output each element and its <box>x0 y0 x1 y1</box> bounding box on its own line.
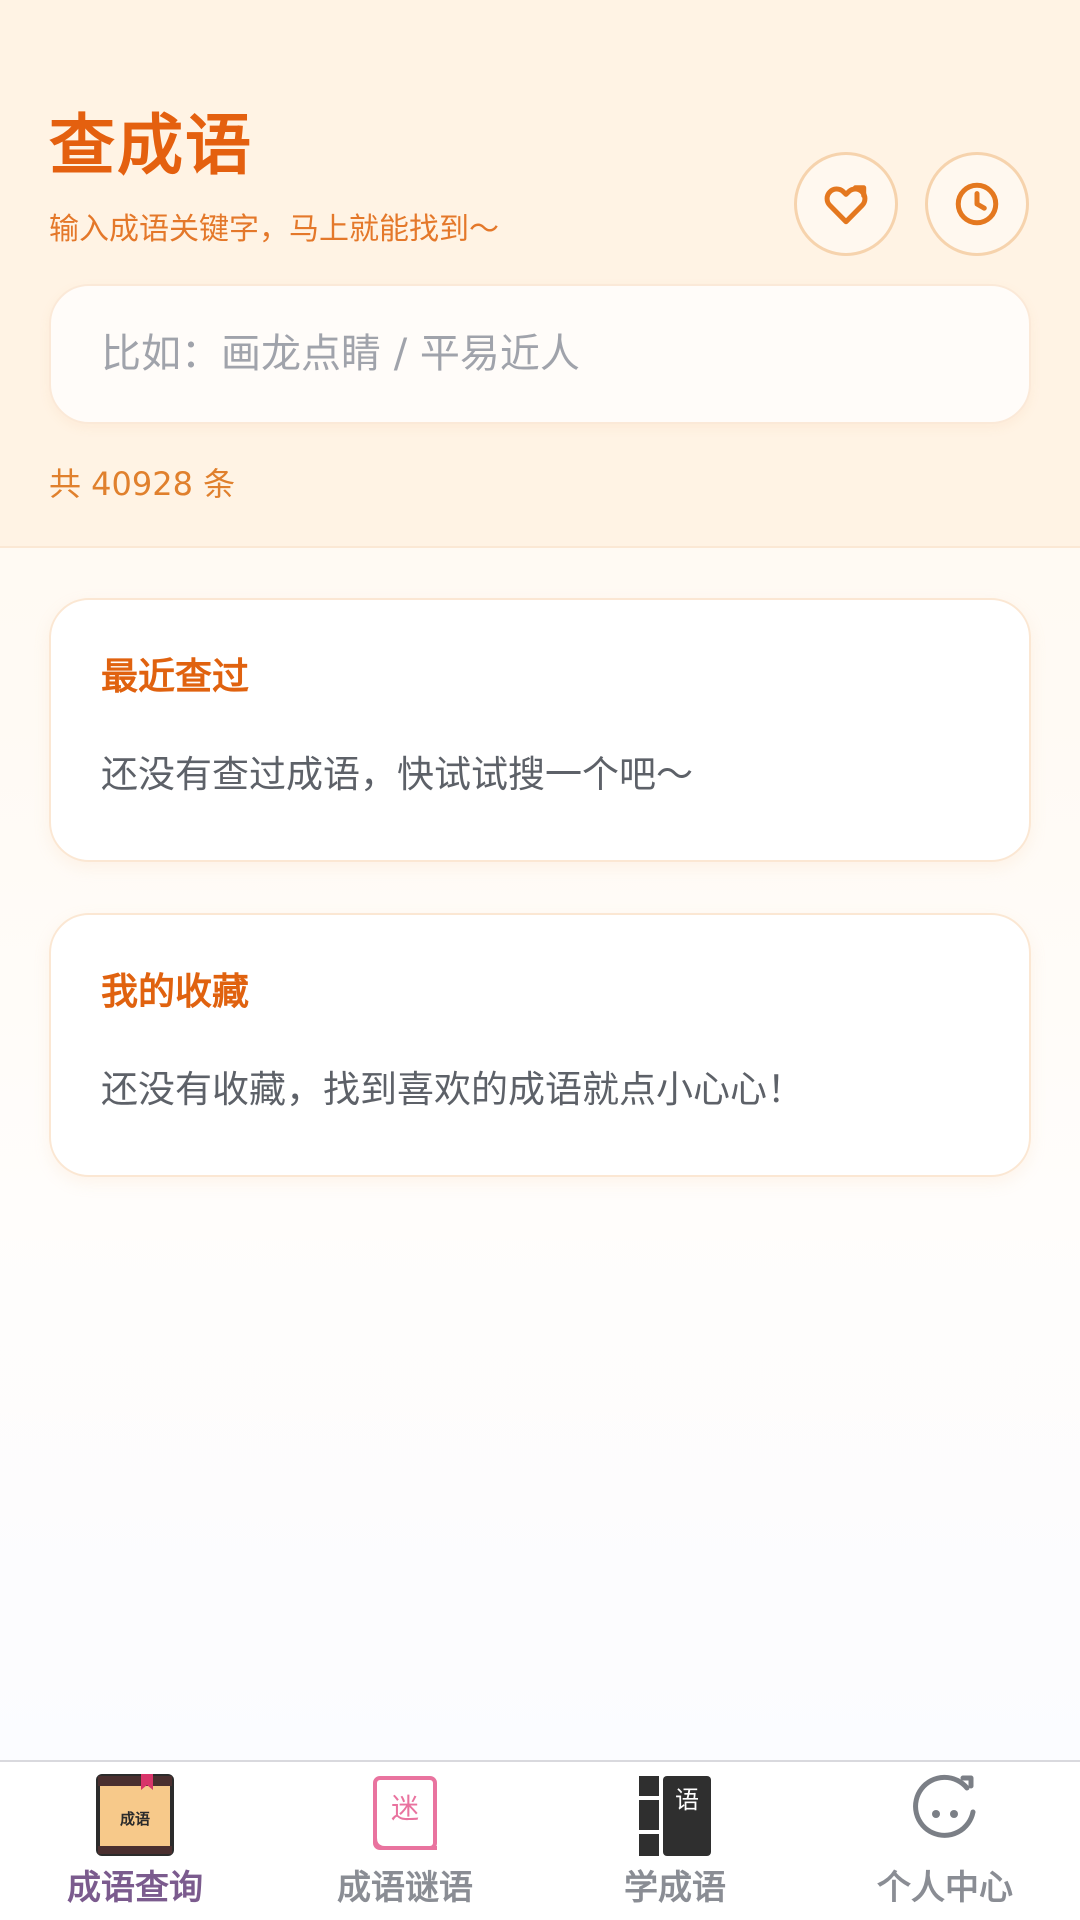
favorites-title: 我的收藏 <box>101 970 249 1013</box>
idiom-book-icon-text: 成语 <box>120 1810 150 1828</box>
total-count: 共 40928 条 <box>49 465 236 503</box>
learn-book-icon: 语 <box>639 1776 711 1856</box>
recent-title: 最近查过 <box>101 655 249 698</box>
favorites-empty-text: 还没有收藏，找到喜欢的成语就点小心心！ <box>101 1068 804 1111</box>
page-title: 查成语 <box>49 107 253 184</box>
tab-idiom-riddle[interactable]: 迷 成语谜语 <box>270 1762 540 1920</box>
search-input[interactable] <box>101 286 981 422</box>
profile-face-icon <box>913 1774 976 1838</box>
search-box[interactable] <box>49 284 1031 424</box>
tab-learn-idiom[interactable]: 语 学成语 <box>540 1762 810 1920</box>
favorites-button[interactable] <box>794 152 898 256</box>
favorites-card: 我的收藏 还没有收藏，找到喜欢的成语就点小心心！ <box>49 913 1031 1177</box>
recent-empty-text: 还没有查过成语，快试试搜一个吧～ <box>101 753 693 796</box>
clock-icon <box>955 182 999 226</box>
riddle-book-icon-text: 迷 <box>391 1792 419 1825</box>
recent-card: 最近查过 还没有查过成语，快试试搜一个吧～ <box>49 598 1031 862</box>
idiom-book-icon: 成语 <box>96 1774 174 1856</box>
tab-label: 成语查询 <box>67 1868 203 1908</box>
riddle-book-icon: 迷 <box>373 1776 437 1850</box>
learn-book-icon-text: 语 <box>675 1786 699 1814</box>
page-subtitle: 输入成语关键字，马上就能找到～ <box>49 212 499 247</box>
bottom-tab-bar: 成语 成语查询 迷 成语谜语 语 学成语 个人中心 <box>0 1760 1080 1920</box>
tab-idiom-search[interactable]: 成语 成语查询 <box>0 1762 270 1920</box>
tab-label: 学成语 <box>624 1868 726 1908</box>
tab-label: 个人中心 <box>877 1868 1013 1908</box>
history-button[interactable] <box>925 152 1029 256</box>
tab-profile[interactable]: 个人中心 <box>810 1762 1080 1920</box>
heart-icon <box>824 185 868 225</box>
tab-label: 成语谜语 <box>337 1868 473 1908</box>
header: 查成语 输入成语关键字，马上就能找到～ 共 40928 条 <box>0 0 1080 548</box>
